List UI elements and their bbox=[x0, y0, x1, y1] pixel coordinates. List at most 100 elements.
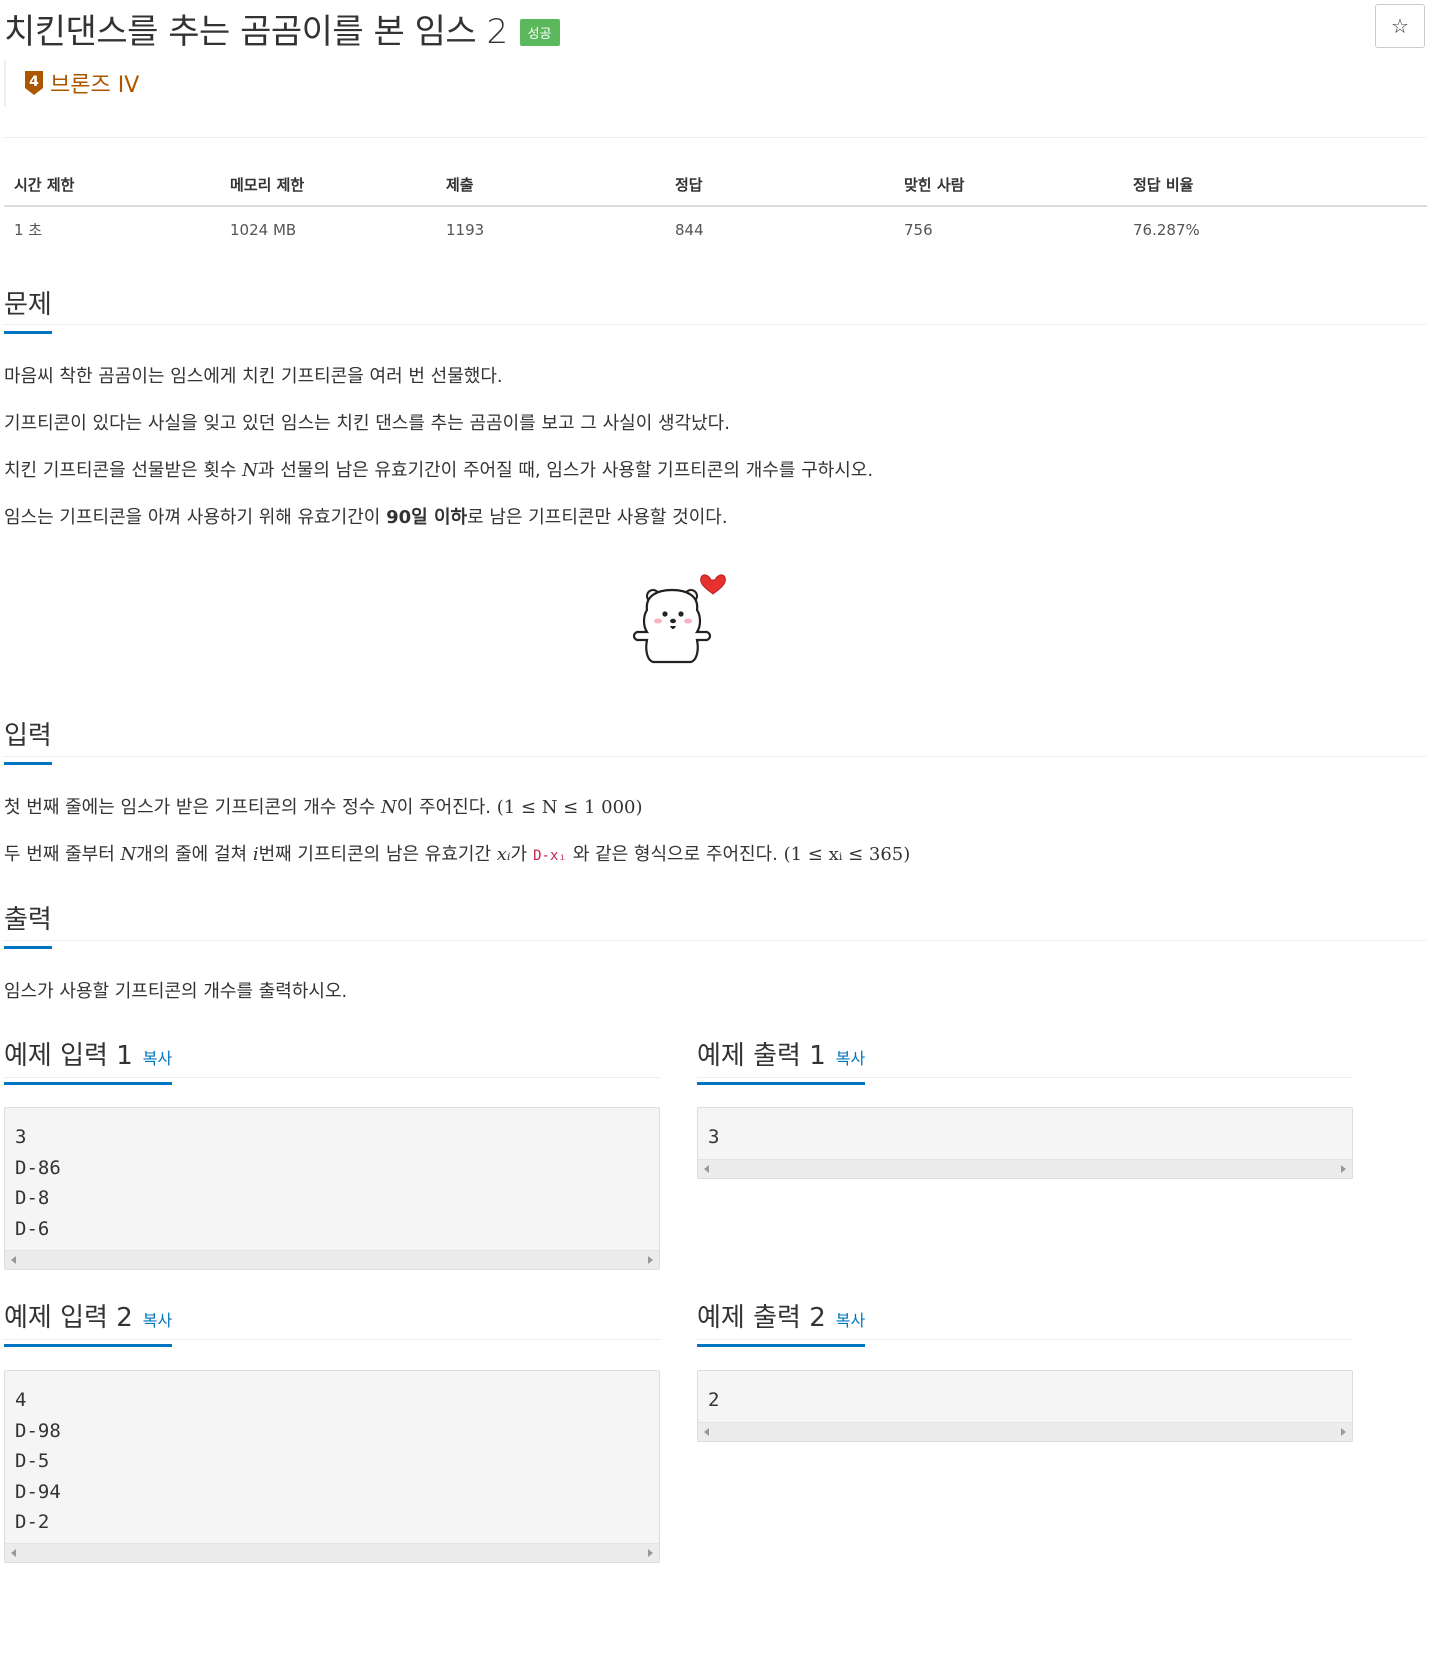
text-segment: 로 남은 기프티콘만 사용할 것이다. bbox=[467, 507, 728, 528]
header-accepted: 정답 bbox=[665, 162, 894, 207]
memory-limit-value: 1024 MB bbox=[230, 220, 297, 239]
info-header-row: 시간 제한 메모리 제한 제출 정답 맞힌 사람 정답 비율 bbox=[4, 162, 1427, 207]
input-heading: 입력 bbox=[4, 715, 52, 765]
sample-input-1-heading: 예제 입력 1 복사 bbox=[4, 1035, 173, 1085]
time-limit-value: 1 초 bbox=[14, 221, 43, 239]
sample-line: D-5 bbox=[15, 1450, 50, 1472]
heading-text: 예제 출력 2 bbox=[697, 1303, 826, 1333]
header-time-limit: 시간 제한 bbox=[4, 162, 220, 207]
sample-line: 4 bbox=[15, 1389, 27, 1411]
title-row: 치킨댄스를 추는 곰곰이를 본 임스 2 성공 bbox=[4, 4, 560, 52]
text-segment: 와 같은 형식으로 주어진다. bbox=[572, 844, 784, 865]
math-var: N bbox=[380, 797, 397, 818]
inline-code: D-xᵢ bbox=[533, 848, 567, 864]
scroll-left-icon[interactable] bbox=[11, 1256, 16, 1264]
horizontal-scrollbar[interactable] bbox=[5, 1250, 659, 1269]
sample-line: D-86 bbox=[15, 1156, 61, 1179]
sample-output-1-heading: 예제 출력 1 복사 bbox=[697, 1035, 866, 1085]
scroll-left-icon[interactable] bbox=[11, 1549, 16, 1557]
text-segment: 번째 기프티콘의 남은 유효기간 bbox=[258, 844, 497, 865]
heading-text: 예제 출력 1 bbox=[697, 1041, 826, 1071]
input-line-1: 첫 번째 줄에는 임스가 받은 기프티콘의 개수 정수 N이 주어진다. (1 … bbox=[4, 793, 643, 819]
sample-line: 2 bbox=[708, 1389, 720, 1411]
sample-line: D-94 bbox=[15, 1480, 61, 1503]
text-segment: 이 주어진다. bbox=[396, 797, 497, 818]
problem-line-2: 기프티콘이 있다는 사실을 잊고 있던 임스는 치킨 댄스를 추는 곰곰이를 보… bbox=[4, 413, 730, 434]
header-submissions: 제출 bbox=[436, 162, 665, 207]
math-var: xᵢ bbox=[496, 844, 511, 865]
problem-line-3: 치킨 기프티콘을 선물받은 횟수 N과 선물의 남은 유효기간이 주어질 때, … bbox=[4, 456, 873, 482]
sample-line: D-2 bbox=[15, 1511, 50, 1533]
math-var: N bbox=[120, 844, 137, 865]
sample-input-1-lines: 3 D-86 D-8 D-6 bbox=[5, 1108, 659, 1244]
section-divider bbox=[4, 324, 1427, 325]
scroll-right-icon[interactable] bbox=[1341, 1428, 1346, 1436]
copy-sample-input-1-button[interactable]: 복사 bbox=[143, 1049, 172, 1068]
sample-line: 3 bbox=[708, 1126, 720, 1148]
sample-line: D-8 bbox=[15, 1187, 50, 1209]
horizontal-scrollbar[interactable] bbox=[698, 1422, 1352, 1441]
favorite-star-button[interactable]: ☆ bbox=[1375, 4, 1425, 48]
scroll-left-icon[interactable] bbox=[704, 1165, 709, 1173]
horizontal-scrollbar[interactable] bbox=[5, 1543, 659, 1562]
accepted-value[interactable]: 844 bbox=[665, 206, 894, 252]
sample-output-2-lines: 2 bbox=[698, 1371, 1352, 1416]
tier-info: 4 브론즈 IV bbox=[4, 60, 139, 106]
sample-output-1-lines: 3 bbox=[698, 1108, 1352, 1153]
solved-users-value[interactable]: 756 bbox=[894, 206, 1123, 252]
math-var: N bbox=[242, 460, 258, 481]
sample-output-2-box: 2 bbox=[697, 1370, 1353, 1442]
text-segment: 치킨 기프티콘을 선물받은 횟수 bbox=[4, 460, 243, 481]
scroll-left-icon[interactable] bbox=[704, 1428, 709, 1436]
problem-line-4: 임스는 기프티콘을 아껴 사용하기 위해 유효기간이 90일 이하로 남은 기프… bbox=[4, 503, 728, 529]
heading-text: 예제 입력 2 bbox=[4, 1303, 133, 1333]
heading-text: 예제 입력 1 bbox=[4, 1041, 133, 1071]
info-value-row: 1 초 1024 MB 1193 844 756 76.287% bbox=[4, 206, 1427, 252]
sample-output-1-box: 3 bbox=[697, 1107, 1353, 1179]
text-segment: 두 번째 줄부터 bbox=[4, 844, 121, 865]
output-heading: 출력 bbox=[4, 899, 52, 949]
sample-output-2-heading: 예제 출력 2 복사 bbox=[697, 1297, 866, 1347]
scroll-right-icon[interactable] bbox=[648, 1256, 653, 1264]
text-segment: 과 선물의 남은 유효기간이 주어질 때, 임스가 사용할 기프티콘의 개수를 … bbox=[257, 460, 874, 481]
accept-ratio-value: 76.287% bbox=[1133, 220, 1200, 239]
copy-sample-output-2-button[interactable]: 복사 bbox=[836, 1311, 865, 1330]
svg-text:4: 4 bbox=[29, 74, 39, 90]
horizontal-scrollbar[interactable] bbox=[698, 1159, 1352, 1178]
sample-input-1-box: 3 D-86 D-8 D-6 bbox=[4, 1107, 660, 1270]
text-segment: 가 bbox=[510, 844, 528, 865]
section-divider bbox=[4, 940, 1427, 941]
text-segment: 첫 번째 줄에는 임스가 받은 기프티콘의 개수 정수 bbox=[4, 797, 381, 818]
problem-line-1: 마음씨 착한 곰곰이는 임스에게 치킨 기프티콘을 여러 번 선물했다. bbox=[4, 366, 503, 387]
math-constraint: (1 ≤ xᵢ ≤ 365) bbox=[783, 844, 911, 865]
scroll-right-icon[interactable] bbox=[648, 1549, 653, 1557]
sample-input-2-box: 4 D-98 D-5 D-94 D-2 bbox=[4, 1370, 660, 1563]
page-title: 치킨댄스를 추는 곰곰이를 본 임스 2 bbox=[4, 11, 508, 52]
header-accept-ratio: 정답 비율 bbox=[1123, 162, 1427, 207]
bronze-tier-icon: 4 bbox=[25, 71, 43, 95]
divider bbox=[4, 137, 1427, 138]
sample-input-2-lines: 4 D-98 D-5 D-94 D-2 bbox=[5, 1371, 659, 1538]
sample-input-2-heading: 예제 입력 2 복사 bbox=[4, 1297, 173, 1347]
bold-text: 90일 이하 bbox=[386, 507, 468, 528]
text-segment: 임스는 기프티콘을 아껴 사용하기 위해 유효기간이 bbox=[4, 507, 387, 528]
header-memory-limit: 메모리 제한 bbox=[220, 162, 436, 207]
sample-line: D-6 bbox=[15, 1217, 50, 1240]
problem-heading: 문제 bbox=[4, 284, 52, 334]
copy-sample-input-2-button[interactable]: 복사 bbox=[143, 1311, 172, 1330]
sample-line: 3 bbox=[15, 1126, 27, 1148]
bear-heart-illustration bbox=[632, 574, 726, 664]
tier-label: 브론즈 IV bbox=[50, 73, 140, 98]
scroll-right-icon[interactable] bbox=[1341, 1165, 1346, 1173]
header-solved-users: 맞힌 사람 bbox=[894, 162, 1123, 207]
submissions-value[interactable]: 1193 bbox=[436, 206, 665, 252]
problem-info-table: 시간 제한 메모리 제한 제출 정답 맞힌 사람 정답 비율 1 초 1024 … bbox=[4, 162, 1427, 252]
star-icon: ☆ bbox=[1391, 15, 1409, 38]
copy-sample-output-1-button[interactable]: 복사 bbox=[836, 1049, 865, 1068]
input-line-2: 두 번째 줄부터 N개의 줄에 걸쳐 i번째 기프티콘의 남은 유효기간 xᵢ가… bbox=[4, 840, 910, 866]
section-divider bbox=[4, 756, 1427, 757]
result-badge: 성공 bbox=[519, 18, 560, 46]
math-constraint: (1 ≤ N ≤ 1 000) bbox=[496, 797, 643, 818]
text-segment: 개의 줄에 걸쳐 bbox=[136, 844, 253, 865]
output-text: 임스가 사용할 기프티콘의 개수를 출력하시오. bbox=[4, 981, 348, 1002]
